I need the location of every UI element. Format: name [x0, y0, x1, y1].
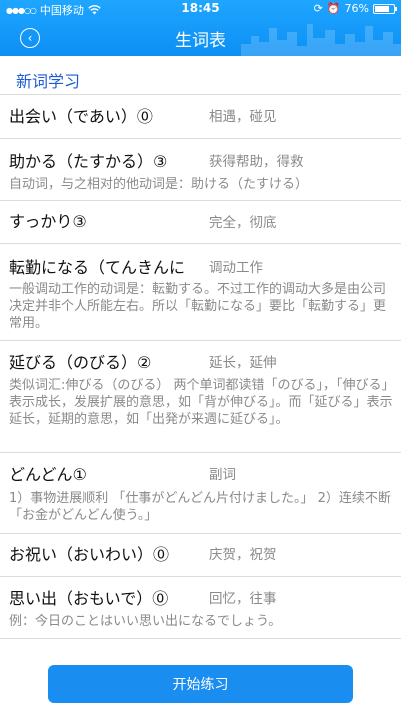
word-term[interactable]: 延びる（のびる）② [9, 349, 151, 373]
word-meaning: 完全，彻底 [209, 215, 277, 231]
word-term[interactable]: すっかり③ [9, 208, 87, 232]
battery-icon [373, 3, 397, 14]
word-term[interactable]: どんどん① [9, 461, 87, 485]
battery-fill [375, 5, 389, 12]
divider [0, 138, 401, 139]
divider [0, 576, 401, 577]
page-title: 生词表 [175, 31, 226, 51]
word-meaning: 获得帮助，得救 [209, 154, 304, 170]
divider [0, 200, 401, 201]
alarm-icon: ⏰ [326, 2, 341, 15]
word-note: 1）事物进展顺利 「仕事がどんどん片付けました。」 2）连续不断「お金がどんどん… [9, 491, 391, 523]
word-meaning: 延长，延伸 [209, 355, 277, 371]
divider [0, 452, 401, 453]
word-meaning: 回忆，往事 [209, 591, 277, 607]
divider [0, 243, 401, 244]
divider [0, 533, 401, 534]
word-note: 自动词，与之相对的他动词是：助ける（たすける） [9, 177, 309, 192]
battery-percent: 76% [344, 2, 369, 15]
start-practice-button[interactable]: 开始练习 [48, 665, 353, 703]
lock-rotation-icon: ⟳ [313, 2, 323, 15]
word-term[interactable]: 出会い（であい）⓪ [9, 103, 153, 127]
divider [0, 340, 401, 341]
word-note: 例：今日のことはいい思い出になるでしょう。 [9, 614, 282, 629]
divider [0, 94, 401, 95]
word-meaning: 庆贺，祝贺 [209, 547, 277, 563]
word-term[interactable]: 思い出（おもいで）⓪ [9, 585, 168, 609]
divider [0, 638, 401, 639]
status-bar: ●●●○○ 中国移动 18:45 ⟳ ⏰ 76% [0, 0, 401, 18]
word-note: 一般调动工作的动词是：転勤する。不过工作的调动大多是由公司决定并非个人所能左右。… [9, 282, 387, 331]
navigation-bar: ‹ 生词表 [0, 18, 401, 56]
word-term[interactable]: 転勤になる（てんきんに [9, 254, 185, 278]
header-bar: ●●●○○ 中国移动 18:45 ⟳ ⏰ 76% ‹ 生词表 [0, 0, 401, 56]
word-term[interactable]: 助かる（たすかる）③ [9, 148, 167, 172]
word-term[interactable]: お祝い（おいわい）⓪ [9, 541, 169, 565]
word-meaning: 副词 [209, 467, 236, 483]
word-meaning: 相遇，碰见 [209, 109, 277, 125]
section-title: 新词学习 [16, 72, 81, 91]
word-meaning: 调动工作 [209, 260, 263, 276]
word-note: 类似词汇:伸びる（のびる） 两个单词都读错「のびる」，「伸びる」表示成长，发展扩… [9, 378, 393, 427]
